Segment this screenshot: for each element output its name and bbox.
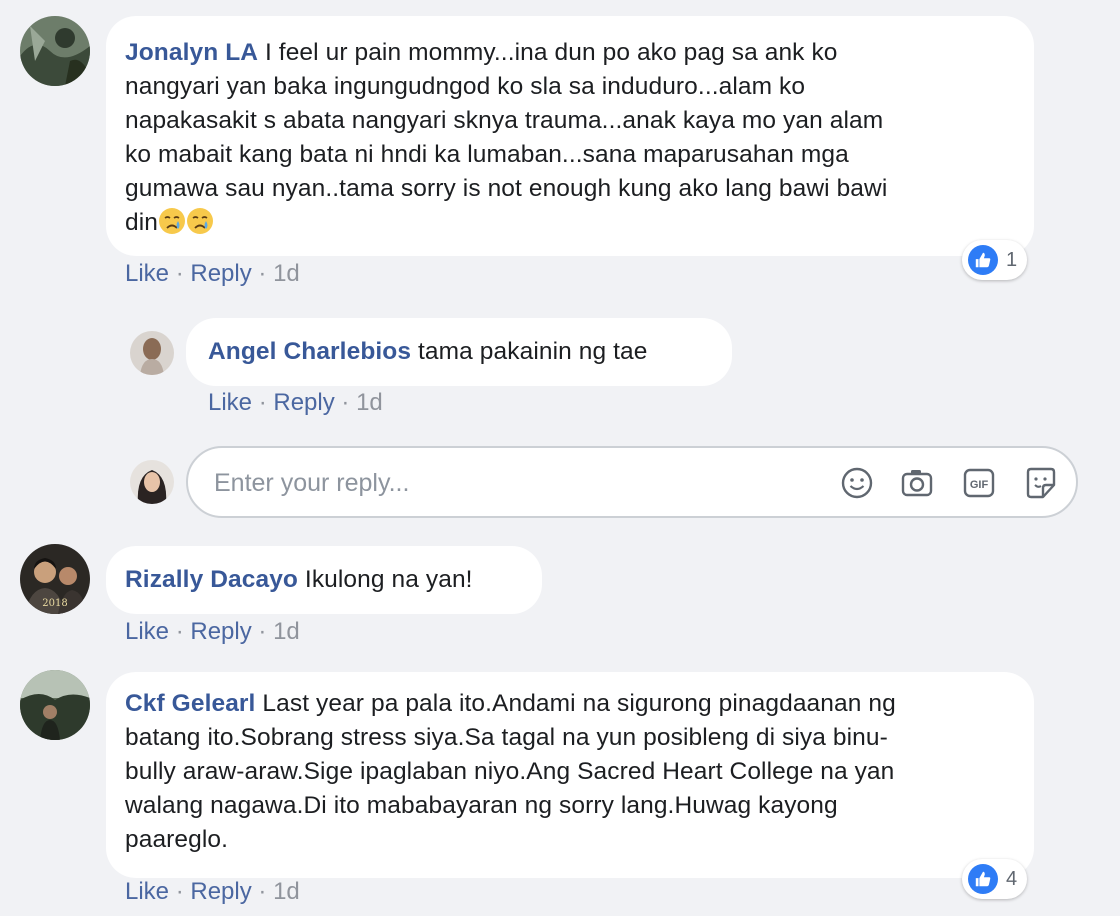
svg-text:GIF: GIF — [970, 479, 989, 491]
comment-text: Angel Charlebios tama pakainin ng tae — [208, 338, 648, 365]
like-link[interactable]: Like — [125, 260, 169, 287]
reply-link[interactable]: Reply — [190, 878, 251, 905]
avatar[interactable] — [20, 670, 90, 740]
comment-author[interactable]: Jonalyn LA — [125, 39, 258, 66]
sticker-icon[interactable] — [1022, 464, 1060, 502]
avatar[interactable]: 2018 — [20, 544, 90, 614]
comment-text: Ckf Gelearl Last year pa pala ito.Andami… — [125, 690, 896, 853]
comment-text: Jonalyn LA I feel ur pain mommy...ina du… — [125, 39, 888, 236]
like-link[interactable]: Like — [208, 389, 252, 416]
comment-author[interactable]: Rizally Dacayo — [125, 566, 298, 593]
like-reaction-icon — [968, 864, 998, 894]
reaction-count[interactable]: 1 — [962, 240, 1028, 280]
crying-face-icon — [186, 207, 214, 235]
timestamp[interactable]: 1d — [273, 618, 300, 645]
comment-text: Rizally Dacayo Ikulong na yan! — [125, 566, 473, 593]
comment-actions: Like · Reply · 1d — [125, 260, 300, 287]
emoji-icon[interactable] — [838, 464, 876, 502]
svg-text:2018: 2018 — [42, 598, 67, 609]
like-link[interactable]: Like — [125, 618, 169, 645]
comment-bubble: Ckf Gelearl Last year pa pala ito.Andami… — [106, 672, 1034, 878]
comment-bubble: Rizally Dacayo Ikulong na yan! — [106, 546, 542, 614]
reply-link[interactable]: Reply — [190, 618, 251, 645]
like-reaction-icon — [968, 245, 998, 275]
timestamp[interactable]: 1d — [356, 389, 383, 416]
reply-box: GIF — [186, 446, 1078, 518]
timestamp[interactable]: 1d — [273, 260, 300, 287]
camera-icon[interactable] — [898, 464, 936, 502]
reply-input[interactable] — [212, 462, 776, 504]
comment-bubble: Angel Charlebios tama pakainin ng tae — [186, 318, 732, 386]
crying-face-icon — [158, 207, 186, 235]
gif-icon[interactable]: GIF — [960, 464, 998, 502]
comment-author[interactable]: Ckf Gelearl — [125, 690, 255, 717]
current-user-avatar — [130, 460, 174, 504]
timestamp[interactable]: 1d — [273, 878, 300, 905]
comment-actions: Like · Reply · 1d — [208, 389, 383, 416]
like-link[interactable]: Like — [125, 878, 169, 905]
reply-link[interactable]: Reply — [190, 260, 251, 287]
comment-author[interactable]: Angel Charlebios — [208, 338, 411, 365]
avatar[interactable] — [20, 16, 90, 86]
reply-link[interactable]: Reply — [273, 389, 334, 416]
comment-bubble: Jonalyn LA I feel ur pain mommy...ina du… — [106, 16, 1034, 256]
comment-actions: Like · Reply · 1d — [125, 618, 300, 645]
reaction-count[interactable]: 4 — [962, 859, 1028, 899]
comment-actions: Like · Reply · 1d — [125, 878, 300, 905]
avatar[interactable] — [130, 331, 174, 375]
